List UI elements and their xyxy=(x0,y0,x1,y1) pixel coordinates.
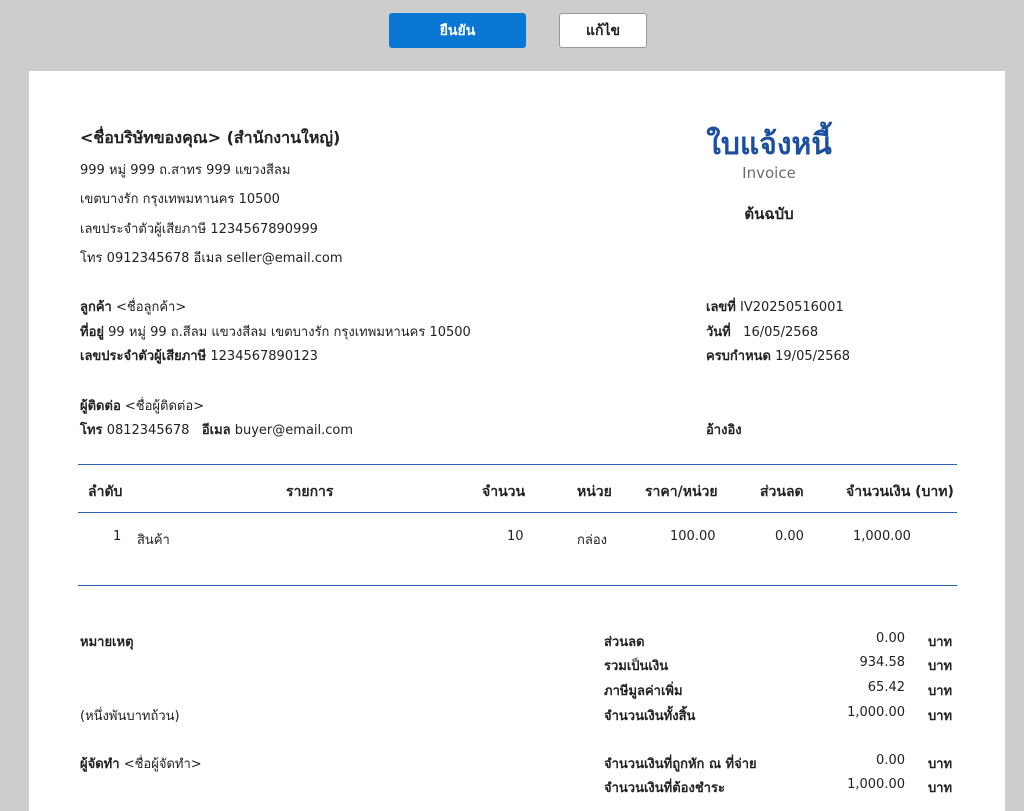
summary-vat-value: 65.42 xyxy=(867,680,905,695)
header-no: ลำดับ xyxy=(88,484,123,500)
invoice-number: IV20250516001 xyxy=(740,300,844,315)
row-amount: 1,000.00 xyxy=(853,529,911,544)
header-price: ราคา/หน่วย xyxy=(645,484,718,500)
summary-total-currency: บาท xyxy=(928,709,953,724)
invoice-date-row: วันที่ 16/05/2568 xyxy=(706,321,818,342)
header-qty: จำนวน xyxy=(482,484,526,500)
customer-name-row: ลูกค้า <ชื่อลูกค้า> xyxy=(80,296,186,317)
seller-tax-id: เลขประจำตัวผู้เสียภาษี 1234567890999 xyxy=(80,222,318,237)
invoice-date: 16/05/2568 xyxy=(743,325,819,340)
row-no: 1 xyxy=(113,529,122,544)
reference-label: อ้างอิง xyxy=(706,423,742,438)
notes-label: หมายเหตุ xyxy=(80,635,134,650)
header-item: รายการ xyxy=(286,484,334,500)
summary-payable-currency: บาท xyxy=(928,781,953,796)
customer-tax-label: เลขประจำตัวผู้เสียภาษี xyxy=(80,349,207,364)
header-amount: จำนวนเงิน (บาท) xyxy=(846,484,954,500)
customer-contact-row: ผู้ติดต่อ <ชื่อผู้ติดต่อ> xyxy=(80,395,204,416)
table-header-rule xyxy=(78,512,957,513)
row-price: 100.00 xyxy=(670,529,716,544)
confirm-button[interactable]: ยืนยัน xyxy=(389,13,526,48)
summary-discount-currency: บาท xyxy=(928,635,953,650)
customer-name: <ชื่อลูกค้า> xyxy=(115,300,187,315)
document-copy-label: ต้นฉบับ xyxy=(744,205,794,223)
row-discount: 0.00 xyxy=(775,529,804,544)
seller-contact: โทร 0912345678 อีเมล seller@email.com xyxy=(80,251,343,266)
invoice-number-label: เลขที่ xyxy=(706,300,736,315)
preparer-row: ผู้จัดทำ <ชื่อผู้จัดทำ> xyxy=(80,753,202,774)
summary-subtotal-label: รวมเป็นเงิน xyxy=(604,659,669,674)
summary-discount-label: ส่วนลด xyxy=(604,635,645,650)
document-title: ใบแจ้งหนี้ xyxy=(706,127,832,162)
customer-email-label: อีเมล xyxy=(201,423,231,438)
invoice-date-label: วันที่ xyxy=(706,325,731,340)
customer-address: 99 หมู่ 99 ถ.สีลม แขวงสีลม เขตบางรัก กรุ… xyxy=(108,325,471,340)
seller-address-line-2: เขตบางรัก กรุงเทพมหานคร 10500 xyxy=(80,192,280,207)
customer-tax-row: เลขประจำตัวผู้เสียภาษี 1234567890123 xyxy=(80,345,318,366)
summary-withholding-value: 0.00 xyxy=(876,753,905,768)
seller-name: <ชื่อบริษัทของคุณ> (สำนักงานใหญ่) xyxy=(80,128,341,147)
summary-subtotal-value: 934.58 xyxy=(859,655,906,670)
customer-email: buyer@email.com xyxy=(234,423,354,438)
summary-total-value: 1,000.00 xyxy=(847,705,905,720)
customer-address-label: ที่อยู่ xyxy=(80,325,104,340)
summary-subtotal-currency: บาท xyxy=(928,659,953,674)
summary-payable-label: จำนวนเงินที่ต้องชำระ xyxy=(604,781,725,796)
summary-payable-value: 1,000.00 xyxy=(847,777,905,792)
customer-phone-email-row: โทร 0812345678 อีเมล buyer@email.com xyxy=(80,419,353,440)
summary-vat-label: ภาษีมูลค่าเพิ่ม xyxy=(604,684,683,699)
customer-address-row: ที่อยู่ 99 หมู่ 99 ถ.สีลม แขวงสีลม เขตบา… xyxy=(80,321,471,342)
table-top-rule xyxy=(78,464,957,465)
customer-contact-label: ผู้ติดต่อ xyxy=(80,399,121,414)
edit-button[interactable]: แก้ไข xyxy=(559,13,647,48)
row-qty: 10 xyxy=(507,529,524,544)
due-date-label: ครบกำหนด xyxy=(706,349,771,364)
summary-withholding-label: จำนวนเงินที่ถูกหัก ณ ที่จ่าย xyxy=(604,757,757,772)
customer-tax-id: 1234567890123 xyxy=(210,349,318,364)
table-bottom-rule xyxy=(78,585,957,586)
row-unit: กล่อง xyxy=(577,533,607,548)
header-discount: ส่วนลด xyxy=(760,484,804,500)
due-date: 19/05/2568 xyxy=(775,349,851,364)
amount-in-words: (หนึ่งพันบาทถ้วน) xyxy=(80,709,180,724)
summary-discount-value: 0.00 xyxy=(876,631,905,646)
header-unit: หน่วย xyxy=(577,484,612,500)
customer-contact: <ชื่อผู้ติดต่อ> xyxy=(124,399,205,414)
summary-total-label: จำนวนเงินทั้งสิ้น xyxy=(604,709,696,724)
customer-phone: 0812345678 xyxy=(106,423,190,438)
preparer-name: <ชื่อผู้จัดทำ> xyxy=(123,757,202,772)
due-date-row: ครบกำหนด 19/05/2568 xyxy=(706,345,850,366)
document-subtitle: Invoice xyxy=(742,164,796,182)
customer-name-label: ลูกค้า xyxy=(80,300,112,315)
summary-withholding-currency: บาท xyxy=(928,757,953,772)
customer-phone-label: โทร xyxy=(80,423,103,438)
row-item: สินค้า xyxy=(137,533,170,548)
invoice-paper: <ชื่อบริษัทของคุณ> (สำนักงานใหญ่) 999 หม… xyxy=(29,71,1005,811)
preparer-label: ผู้จัดทำ xyxy=(80,757,120,772)
seller-address-line-1: 999 หมู่ 999 ถ.สาทร 999 แขวงสีลม xyxy=(80,163,291,178)
invoice-number-row: เลขที่ IV20250516001 xyxy=(706,296,844,317)
summary-vat-currency: บาท xyxy=(928,684,953,699)
